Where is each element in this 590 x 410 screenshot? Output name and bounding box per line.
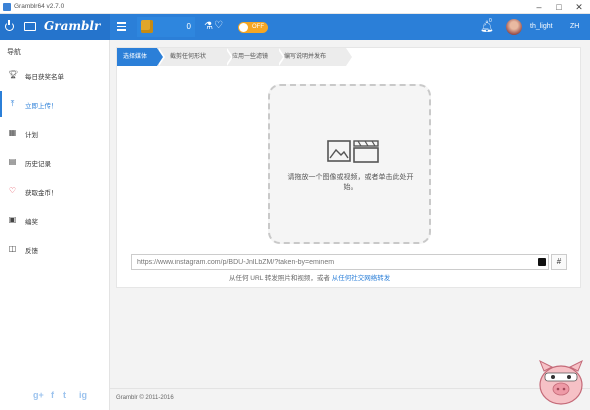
coins-icon xyxy=(141,20,153,33)
title-bar: Gramblr64 v2.7.0 – □ ✕ xyxy=(0,0,590,14)
sidebar-item-label: 立即上传！ xyxy=(25,103,58,110)
sidebar-item-daily-winners[interactable]: 🏆︎ 每日获奖名单 xyxy=(0,62,109,88)
header-brand-area: Gramblr xyxy=(0,14,110,40)
heart-icon: ♡ xyxy=(8,186,17,195)
sidebar-item-get-coins[interactable]: ♡ 获取金币！ xyxy=(0,178,109,204)
app-logo: Gramblr xyxy=(44,19,101,33)
step-label: 截剪任何形状 xyxy=(170,54,207,60)
copyright: Gramblr © 2011-2016 xyxy=(116,395,174,401)
sidebar-item-history[interactable]: ▤ 历史记录 xyxy=(0,149,109,175)
app-header: Gramblr 0 ⚗ ♡ OFF 🔔︎ 0 th_light ZH xyxy=(0,14,590,40)
url-input[interactable] xyxy=(131,254,549,270)
sidebar: 导航 🏆︎ 每日获奖名单 ⤒ 立即上传！ ▦ 计划 ▤ 历史记录 ♡ 获取金币！… xyxy=(0,40,110,410)
window-title: Gramblr64 v2.7.0 xyxy=(14,3,65,10)
calendar-icon: ▦ xyxy=(8,128,17,137)
coin-balance[interactable]: 0 xyxy=(137,17,195,37)
tiktok-icon xyxy=(538,258,546,266)
step-select-media: 选择媒体 xyxy=(117,48,165,66)
facebook-icon[interactable]: f xyxy=(51,390,54,400)
language-switch[interactable]: ZH xyxy=(570,23,579,30)
sidebar-item-feedback[interactable]: ◫ 反馈 xyxy=(0,236,109,262)
sidebar-item-label: 历史记录 xyxy=(25,161,51,168)
step-label: 应用一些滤镜 xyxy=(232,54,269,60)
dropzone-text: 请拖放一个图像或视频，或者单击此处开始。 xyxy=(287,174,414,191)
menu-icon[interactable] xyxy=(117,22,126,33)
avatar[interactable] xyxy=(506,19,522,35)
notification-count: 0 xyxy=(489,18,492,24)
trophy-icon: 🏆︎ xyxy=(8,70,19,79)
step-crop: 截剪任何形状 xyxy=(158,48,233,66)
sidebar-item-schedule[interactable]: ▦ 计划 xyxy=(0,120,109,146)
twitter-icon[interactable]: t xyxy=(63,390,66,400)
power-icon[interactable] xyxy=(5,20,14,31)
sidebar-item-upload-now[interactable]: ⤒ 立即上传！ xyxy=(0,91,109,117)
google-plus-icon[interactable]: g+ xyxy=(33,390,44,400)
step-label: 编写说明并发布 xyxy=(284,54,327,60)
heart-outline-icon[interactable]: ♡ xyxy=(214,20,223,31)
upload-icon: ⤒ xyxy=(10,99,15,108)
sidebar-item-label: 每日获奖名单 xyxy=(25,74,64,81)
instagram-icon[interactable]: ig xyxy=(79,390,87,400)
username[interactable]: th_light xyxy=(530,23,553,30)
gift-icon: ▣ xyxy=(8,215,17,224)
sidebar-item-label: 反馈 xyxy=(25,248,38,255)
pig-mascot-icon xyxy=(539,359,583,405)
toggle-knob xyxy=(239,23,248,32)
sidebar-item-label: 获取金币！ xyxy=(25,190,58,197)
image-video-icon xyxy=(327,140,379,163)
history-icon: ▤ xyxy=(8,157,17,166)
url-hint: 从任何 URL 转发照片和视频，或者 从任何社交网络转发 xyxy=(229,272,390,282)
url-hint-text: 从任何 URL 转发照片和视频，或者 xyxy=(229,275,330,282)
sidebar-item-rewards[interactable]: ▣ 编奖 xyxy=(0,207,109,233)
flask-icon[interactable]: ⚗ xyxy=(204,21,213,32)
coin-count: 0 xyxy=(186,22,191,31)
sidebar-item-label: 计划 xyxy=(25,132,38,139)
maximize-button[interactable]: □ xyxy=(552,1,566,13)
auto-toggle[interactable]: OFF xyxy=(238,22,268,33)
close-button[interactable]: ✕ xyxy=(572,1,586,13)
camera-icon[interactable] xyxy=(24,22,36,31)
footer: Gramblr © 2011-2016 xyxy=(110,388,590,410)
upload-panel: 编写说明并发布 应用一些滤镜 截剪任何形状 选择媒体 请拖放一个图像或视频，或者… xyxy=(116,47,581,288)
toggle-label: OFF xyxy=(252,24,264,30)
media-dropzone[interactable]: 请拖放一个图像或视频，或者单击此处开始。 xyxy=(268,84,431,244)
step-label: 选择媒体 xyxy=(123,54,148,60)
hashtag-button[interactable]: # xyxy=(551,254,567,270)
repost-social-link[interactable]: 从任何社交网络转发 xyxy=(332,275,391,282)
minimize-button[interactable]: – xyxy=(532,1,546,13)
app-icon xyxy=(3,3,11,11)
url-row: # xyxy=(131,254,567,270)
sidebar-title: 导航 xyxy=(7,49,21,56)
feedback-icon: ◫ xyxy=(8,244,17,253)
sidebar-item-label: 编奖 xyxy=(25,219,38,226)
upload-steps: 编写说明并发布 应用一些滤镜 截剪任何形状 选择媒体 xyxy=(117,48,582,66)
